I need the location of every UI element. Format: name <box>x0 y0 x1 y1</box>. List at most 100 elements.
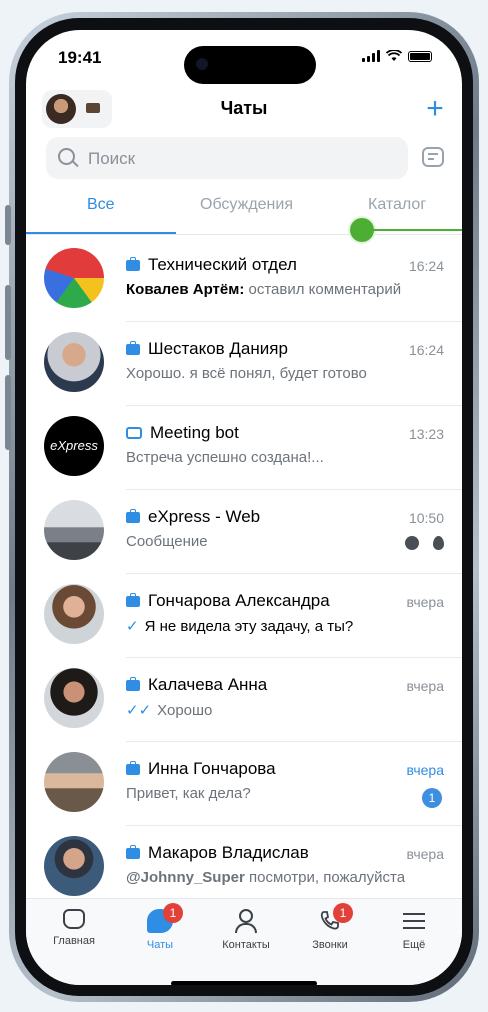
chat-name: Технический отдел <box>148 255 297 274</box>
preview-text: оставил комментарий <box>248 281 402 298</box>
chat-time: вчера <box>406 594 444 610</box>
avatar <box>44 668 104 728</box>
chat-time: вчера <box>406 846 444 862</box>
menu-icon <box>401 909 427 933</box>
status-time: 19:41 <box>58 48 102 67</box>
briefcase-icon <box>126 676 140 691</box>
unread-badge: 1 <box>422 788 442 808</box>
tab-catalog[interactable]: Каталог <box>368 196 426 214</box>
tabbar-label: Контакты <box>222 939 270 951</box>
chat-name: Инна Гончарова <box>148 759 276 778</box>
flame-icon <box>433 536 444 550</box>
chat-row-meeting-bot[interactable]: eXpress Meeting bot 13:23 Встреча успешн… <box>26 406 462 490</box>
chat-name: Макаров Владислав <box>148 843 309 862</box>
phone-volume-down-button <box>5 375 11 450</box>
tabbar-label: Звонки <box>312 939 348 951</box>
chats-badge: 1 <box>163 903 183 923</box>
chat-preview: Привет, как дела? <box>126 785 251 802</box>
chat-title-row: Гончарова Александра <box>126 591 330 611</box>
home-icon <box>63 909 85 929</box>
tabbar-label: Чаты <box>146 939 174 951</box>
app-screen: 19:41 Чаты + Все Обсуждения Каталог <box>26 30 462 985</box>
chat-preview: Хорошо. я всё понял, будет готово <box>126 365 367 382</box>
compose-message-icon[interactable] <box>422 147 444 167</box>
avatar: eXpress <box>44 416 104 476</box>
avatar <box>44 836 104 896</box>
chat-name: Meeting bot <box>150 423 239 442</box>
chat-row-shestakov[interactable]: Шестаков Данияр 16:24 Хорошо. я всё поня… <box>26 322 462 406</box>
chat-preview: Сообщение <box>126 533 208 550</box>
tabbar-calls[interactable]: 1 Звонки <box>290 903 370 951</box>
chat-time: вчера <box>406 678 444 694</box>
tab-all[interactable]: Все <box>87 196 115 214</box>
calls-badge: 1 <box>333 903 353 923</box>
briefcase-icon <box>126 256 140 271</box>
avatar <box>44 752 104 812</box>
tabbar-contacts[interactable]: Контакты <box>206 909 286 951</box>
chat-title-row: Meeting bot <box>126 423 239 443</box>
chat-preview: Встреча успешно создана!... <box>126 449 324 466</box>
chat-time: 16:24 <box>408 342 444 358</box>
preview-text: Хорошо <box>157 702 213 719</box>
double-check-icon: ✓✓ <box>126 702 152 719</box>
tab-discussions[interactable]: Обсуждения <box>200 196 293 214</box>
chat-time: 13:23 <box>408 426 444 442</box>
chat-time: вчера <box>406 762 444 778</box>
chat-title-row: Технический отдел <box>126 255 297 275</box>
chat-title-row: Калачева Анна <box>126 675 267 695</box>
cellular-signal-icon <box>362 50 380 62</box>
chat-row-express-web[interactable]: eXpress - Web 10:50 Сообщение <box>26 490 462 574</box>
active-tab-indicator <box>26 232 176 234</box>
avatar <box>44 500 104 560</box>
chat-title-row: eXpress - Web <box>126 507 260 527</box>
phone-volume-up-button <box>5 285 11 360</box>
chat-time: 16:24 <box>408 258 444 274</box>
chat-bubble-icon: 1 <box>147 903 183 933</box>
chat-time: 10:50 <box>408 510 444 526</box>
chat-row-kalacheva-anna[interactable]: Калачева Анна вчера ✓✓ Хорошо <box>26 658 462 742</box>
page-title: Чаты <box>220 98 268 118</box>
preview-author: Ковалев Артём: <box>126 281 245 298</box>
avatar <box>44 248 104 308</box>
preview-mention: @Johnny_Super <box>126 869 245 886</box>
chat-status-icons <box>405 536 444 550</box>
chat-preview: @Johnny_Super посмотри, пожалуйста <box>126 869 405 886</box>
chat-row-inna-goncharova[interactable]: Инна Гончарова вчера Привет, как дела? 1 <box>26 742 462 826</box>
briefcase-icon <box>126 844 140 859</box>
robot-icon <box>126 427 142 439</box>
annotation-line <box>372 229 462 231</box>
phone-action-button <box>5 205 11 245</box>
avatar <box>44 584 104 644</box>
chat-name: Калачева Анна <box>148 675 268 694</box>
search-icon <box>58 148 75 165</box>
chat-row-technical-dept[interactable]: Технический отдел 16:24 Ковалев Артём: о… <box>26 238 462 322</box>
briefcase-icon <box>126 508 140 523</box>
tabbar-more[interactable]: Ещё <box>374 909 454 951</box>
tabbar-label: Ещё <box>402 939 426 951</box>
chat-title-row: Макаров Владислав <box>126 843 309 863</box>
preview-text: посмотри, пожалуйста <box>249 869 406 886</box>
chat-name: Шестаков Данияр <box>148 339 288 358</box>
search-input[interactable] <box>86 137 390 181</box>
add-chat-button[interactable]: + <box>420 92 450 126</box>
home-indicator <box>171 981 317 985</box>
timer-icon <box>405 536 419 550</box>
bottom-tab-bar: Главная 1 Чаты Контакты 1 Звонки Ещё <box>26 898 462 985</box>
tabbar-chats[interactable]: 1 Чаты <box>120 903 200 951</box>
chat-row-goncharova-alexandra[interactable]: Гончарова Александра вчера ✓ Я не видела … <box>26 574 462 658</box>
phone-icon: 1 <box>317 903 353 933</box>
chat-name: eXpress - Web <box>148 507 261 526</box>
search-bar[interactable] <box>46 137 408 181</box>
briefcase-icon <box>126 592 140 607</box>
status-icons <box>362 50 432 62</box>
chat-title-row: Инна Гончарова <box>126 759 276 779</box>
chat-preview: ✓✓ Хорошо <box>126 701 212 719</box>
briefcase-icon <box>126 340 140 355</box>
wifi-icon <box>386 50 402 61</box>
camera-icon <box>196 58 208 70</box>
tabbar-home[interactable]: Главная <box>34 909 114 947</box>
header: Чаты + <box>26 90 462 130</box>
battery-icon <box>408 50 432 62</box>
chat-preview: Ковалев Артём: оставил комментарий <box>126 281 401 298</box>
chat-preview: ✓ Я не видела эту задачу, а ты? <box>126 617 353 635</box>
